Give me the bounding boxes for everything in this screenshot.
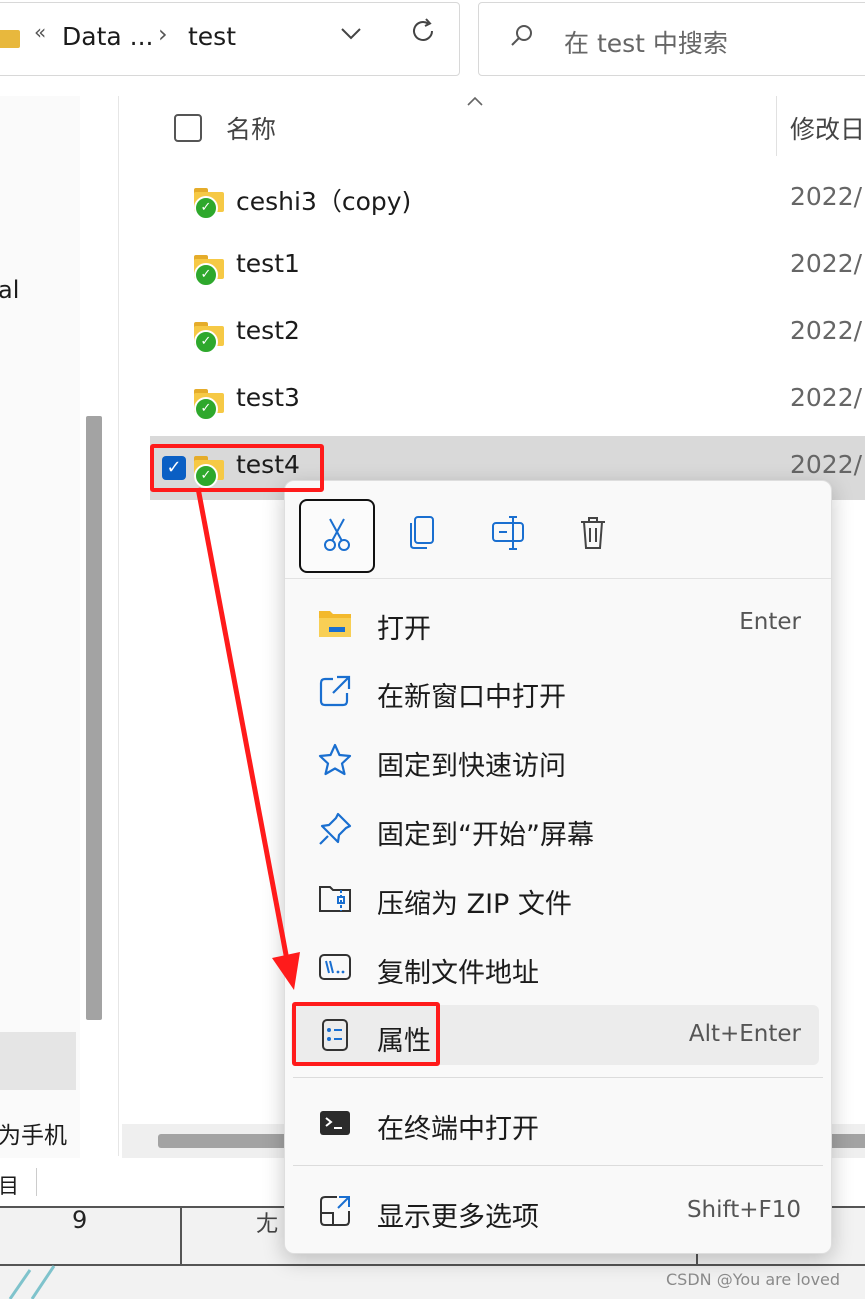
- sheet-cell: 尢: [256, 1212, 279, 1237]
- menu-separator: [293, 1077, 823, 1078]
- watermark: CSDN @You are loved: [666, 1270, 841, 1289]
- file-date: 2022/: [790, 450, 863, 479]
- menu-item-show-more[interactable]: 显示更多选项 Shift+F10: [291, 1181, 819, 1241]
- copy-path-icon: [319, 954, 351, 980]
- menu-item-label: 在终端中打开: [377, 1114, 539, 1145]
- folder-synced-icon: ✓: [194, 322, 224, 354]
- sheet-cell: 9: [72, 1206, 88, 1234]
- menu-item-pin-start[interactable]: 固定到“开始”屏幕: [291, 799, 819, 859]
- folder-synced-icon: ✓: [194, 389, 224, 421]
- file-date: 2022/: [790, 383, 863, 412]
- scissors-icon: [324, 518, 350, 551]
- status-separator: [36, 1168, 37, 1196]
- nav-item-phone[interactable]: 为手机: [0, 1116, 67, 1150]
- column-separator[interactable]: [776, 96, 777, 156]
- sheet-line-decoration: [8, 1265, 56, 1299]
- folder-open-icon: [319, 611, 351, 637]
- file-row[interactable]: ✓ test3 2022/: [150, 369, 865, 433]
- more-options-icon: [320, 1196, 350, 1226]
- nav-item-partial[interactable]: al: [0, 276, 19, 304]
- open-new-window-icon: [319, 675, 351, 707]
- status-text: 目: [0, 1174, 19, 1198]
- menu-item-compress-zip[interactable]: 压缩为 ZIP 文件: [291, 868, 819, 928]
- search-icon: [508, 22, 536, 57]
- menu-separator: [293, 1165, 823, 1166]
- menu-item-copy-path[interactable]: 复制文件地址: [291, 937, 819, 997]
- folder-synced-icon: ✓: [194, 188, 224, 220]
- breadcrumb-separator[interactable]: ›: [158, 20, 168, 48]
- sort-ascending-icon: [466, 92, 484, 111]
- context-menu: 打开 Enter 在新窗口中打开 固定到快速访问 固定到“开始”屏幕 压缩为 Z…: [284, 480, 832, 1254]
- menu-item-shortcut: Shift+F10: [686, 1197, 801, 1223]
- copy-button[interactable]: [385, 499, 457, 569]
- file-name: test1: [236, 249, 300, 278]
- menu-item-label: 打开: [377, 614, 431, 645]
- folder-icon: [0, 30, 20, 48]
- menu-item-open-new-window[interactable]: 在新窗口中打开: [291, 661, 819, 721]
- copy-icon: [410, 516, 434, 549]
- refresh-icon[interactable]: [408, 16, 438, 54]
- file-name: ceshi3（copy): [236, 187, 412, 216]
- nav-item-selected[interactable]: [0, 1032, 76, 1090]
- menu-item-open-terminal[interactable]: 在终端中打开: [291, 1093, 819, 1153]
- pane-divider[interactable]: [118, 96, 119, 1156]
- file-row[interactable]: ✓ test1 2022/: [150, 235, 865, 299]
- menu-item-label: 固定到快速访问: [377, 751, 566, 782]
- menu-item-shortcut: Alt+Enter: [688, 1021, 801, 1047]
- sheet-gridline: [0, 1264, 865, 1266]
- menu-item-open[interactable]: 打开 Enter: [291, 593, 819, 653]
- menu-separator: [285, 578, 831, 579]
- menu-item-label: 复制文件地址: [377, 958, 539, 989]
- annotation-box-properties: [292, 1002, 440, 1066]
- delete-button[interactable]: [557, 499, 629, 569]
- file-name: test2: [236, 316, 300, 345]
- menu-item-shortcut: Enter: [739, 609, 801, 635]
- pin-icon: [319, 812, 352, 845]
- terminal-icon: [320, 1111, 350, 1135]
- file-date: 2022/: [790, 249, 863, 278]
- menu-item-label: 在新窗口中打开: [377, 682, 566, 713]
- file-name: test3: [236, 383, 300, 412]
- file-row[interactable]: ✓ test2 2022/: [150, 302, 865, 366]
- trash-icon: [581, 517, 605, 549]
- menu-item-pin-quick-access[interactable]: 固定到快速访问: [291, 730, 819, 790]
- menu-item-label: 固定到“开始”屏幕: [377, 820, 594, 851]
- column-header-name[interactable]: 名称: [226, 110, 276, 146]
- address-overflow-icon[interactable]: «: [34, 20, 46, 44]
- zip-folder-icon: [319, 886, 351, 912]
- select-all-checkbox[interactable]: [174, 114, 202, 142]
- sheet-gridline: [180, 1206, 182, 1266]
- cut-button[interactable]: [299, 499, 375, 573]
- file-row[interactable]: ✓ ceshi3（copy) 2022/: [150, 168, 865, 232]
- breadcrumb-test[interactable]: test: [188, 22, 236, 51]
- file-date: 2022/: [790, 316, 863, 345]
- menu-item-label: 压缩为 ZIP 文件: [377, 889, 572, 920]
- column-header-modified[interactable]: 修改日: [790, 110, 865, 146]
- annotation-box-selected-folder: [150, 444, 324, 492]
- menu-item-label: 显示更多选项: [377, 1202, 539, 1233]
- rename-button[interactable]: [471, 499, 543, 569]
- star-icon: [318, 743, 352, 776]
- file-date: 2022/: [790, 182, 863, 211]
- chevron-down-icon[interactable]: [338, 20, 364, 52]
- nav-scrollbar[interactable]: [86, 416, 102, 1020]
- rename-icon: [492, 516, 524, 550]
- search-input[interactable]: 在 test 中搜索: [564, 24, 728, 60]
- breadcrumb-data[interactable]: Data ...: [62, 22, 153, 51]
- folder-synced-icon: ✓: [194, 255, 224, 287]
